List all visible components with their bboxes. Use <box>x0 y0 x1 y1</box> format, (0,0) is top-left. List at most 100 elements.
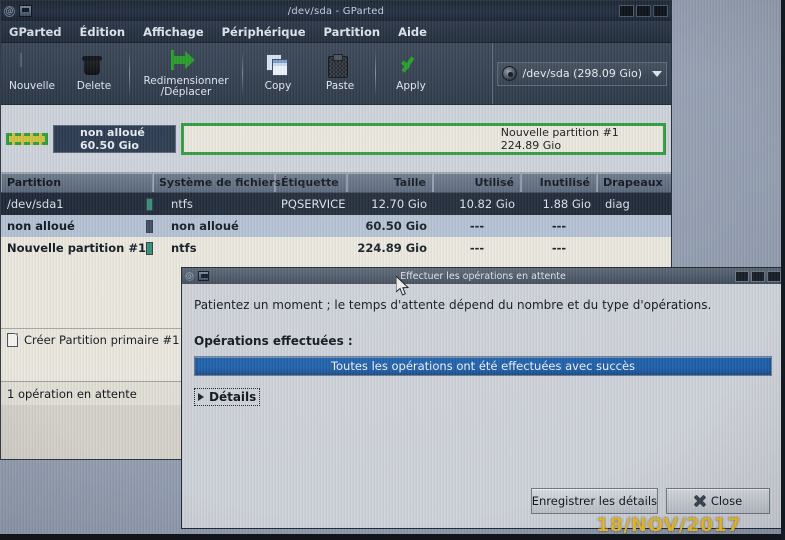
resize-move-button[interactable]: Redimensionner /Déplacer <box>134 43 238 104</box>
header-flags[interactable]: Drapeaux <box>597 173 671 192</box>
resize-label-line2: /Déplacer <box>160 86 212 98</box>
cell-partition: non alloué <box>7 219 75 233</box>
dialog-title: Effectuer les opérations en attente <box>400 270 566 282</box>
save-details-label: Enregistrer les détails <box>531 494 657 508</box>
apply-operations-dialog: @ Effectuer les opérations en attente Pa… <box>181 267 785 529</box>
cell-partition: Nouvelle partition #1 <box>7 241 146 255</box>
close-x-icon <box>694 495 706 507</box>
header-unused[interactable]: Inutilisé <box>521 173 597 192</box>
dialog-titlebar[interactable]: @ Effectuer les opérations en attente <box>182 268 784 284</box>
graphic-new-name: Nouvelle partition #1 <box>500 125 619 139</box>
toolbar-separator-1 <box>129 51 130 96</box>
copy-button[interactable]: Copy <box>247 43 309 104</box>
graphic-unallocated-size: 60.50 Gio <box>80 138 139 152</box>
menu-aide[interactable]: Aide <box>398 25 427 39</box>
toolbar-separator-3 <box>375 51 376 96</box>
new-partition-button[interactable]: Nouvelle <box>1 43 63 104</box>
details-expander-label: Détails <box>209 390 257 404</box>
cell-used: --- <box>469 219 485 233</box>
device-combo-value: /dev/sda (298.09 Gio) <box>522 67 642 80</box>
cell-flags: diag <box>605 197 630 211</box>
screen-photo: @ /dev/sda - GParted GParted Édition Aff… <box>0 0 785 540</box>
table-row[interactable]: Nouvelle partition #1 ntfs 224.89 Gio --… <box>1 237 671 259</box>
cell-size: 60.50 Gio <box>365 219 427 233</box>
menu-bar: GParted Édition Affichage Périphérique P… <box>1 21 671 43</box>
cell-partition: /dev/sda1 <box>7 197 64 211</box>
apply-label: Apply <box>396 80 426 93</box>
new-document-icon <box>20 53 22 68</box>
cell-label: PQSERVICE <box>281 197 346 211</box>
menu-gparted[interactable]: GParted <box>9 25 62 39</box>
menu-affichage[interactable]: Affichage <box>143 25 204 39</box>
device-selector-area: /dev/sda (298.09 Gio) <box>492 43 671 104</box>
menu-edition[interactable]: Édition <box>80 25 126 39</box>
delete-partition-button[interactable]: Delete <box>63 43 125 104</box>
details-expander[interactable]: Détails <box>194 388 261 406</box>
status-text: 1 opération en attente <box>7 386 137 401</box>
close-button[interactable] <box>653 5 668 17</box>
toolbar-separator-2 <box>242 51 243 96</box>
cell-used: --- <box>469 241 485 255</box>
cell-unused: --- <box>551 219 567 233</box>
header-filesystem[interactable]: Système de fichiers <box>153 173 281 192</box>
mouse-cursor <box>396 276 410 296</box>
window-titlebar[interactable]: @ /dev/sda - GParted <box>1 1 671 21</box>
copy-label: Copy <box>264 80 292 93</box>
dialog-maximize-button[interactable] <box>751 270 765 282</box>
cell-filesystem: ntfs <box>171 197 193 211</box>
window-title: /dev/sda - GParted <box>287 5 385 17</box>
photo-bottom-edge <box>0 534 785 540</box>
cell-filesystem: ntfs <box>171 241 197 255</box>
paste-label: Paste <box>325 80 355 93</box>
graphic-new-size: 224.89 Gio <box>500 138 562 152</box>
photo-right-edge <box>781 0 785 540</box>
header-label[interactable]: Étiquette <box>275 173 347 192</box>
minimize-button[interactable] <box>619 5 634 17</box>
close-dialog-button[interactable]: Close <box>666 488 770 514</box>
cell-filesystem: non alloué <box>171 219 239 233</box>
graphic-partition-unallocated[interactable]: non alloué 60.50 Gio <box>53 124 176 153</box>
filesystem-color-swatch <box>146 241 153 255</box>
dialog-section-label: Opérations effectuées : <box>194 334 353 348</box>
device-combo[interactable]: /dev/sda (298.09 Gio) <box>497 61 667 86</box>
delete-partition-label: Delete <box>76 80 112 93</box>
graphic-unallocated-name: non alloué <box>80 125 145 139</box>
paste-button[interactable]: Paste <box>309 43 371 104</box>
progress-bar-text: Toutes les opérations ont été effectuées… <box>330 359 636 373</box>
menu-peripherique[interactable]: Périphérique <box>222 25 306 39</box>
maximize-button[interactable] <box>636 5 651 17</box>
graphic-partition-new[interactable]: Nouvelle partition #1 224.89 Gio <box>181 122 666 155</box>
dialog-window-controls <box>735 270 781 282</box>
filesystem-color-swatch <box>146 197 153 211</box>
dialog-body: Patientez un moment ; le temps d'attente… <box>182 284 784 530</box>
dialog-footer: Enregistrer les détails Close <box>182 488 784 514</box>
cell-size: 224.89 Gio <box>357 241 427 255</box>
header-size[interactable]: Taille <box>347 173 433 192</box>
cell-unused: --- <box>551 241 567 255</box>
pending-operation-label: Créer Partition primaire #1 <box>24 333 180 347</box>
save-details-button[interactable]: Enregistrer les détails <box>530 488 658 514</box>
camera-date-stamp: 18/NOV/2017 <box>596 514 741 536</box>
harddisk-icon <box>502 66 518 81</box>
table-header-row: Partition Système de fichiers Étiquette … <box>1 173 671 193</box>
header-partition[interactable]: Partition <box>1 173 153 192</box>
cell-size: 12.70 Gio <box>371 197 427 211</box>
table-row[interactable]: non alloué non alloué 60.50 Gio --- --- <box>1 215 671 237</box>
header-used[interactable]: Utilisé <box>433 173 521 192</box>
chevron-right-icon <box>198 393 204 401</box>
cell-used: 10.82 Gio <box>459 197 515 211</box>
close-dialog-label: Close <box>710 494 743 508</box>
partition-graphic: non alloué 60.50 Gio Nouvelle partition … <box>1 105 671 173</box>
dialog-minimize-button[interactable] <box>735 270 749 282</box>
progress-bar: Toutes les opérations ont été effectuées… <box>194 356 772 376</box>
menu-partition[interactable]: Partition <box>324 25 381 39</box>
document-icon <box>7 333 18 347</box>
toolbar: Nouvelle Delete Redimensionner /Déplacer… <box>1 43 671 105</box>
new-partition-label: Nouvelle <box>9 80 55 93</box>
dialog-close-button[interactable] <box>767 270 781 282</box>
graphic-partition-sda1[interactable] <box>6 132 48 145</box>
table-row[interactable]: /dev/sda1 ntfs PQSERVICE 12.70 Gio 10.82… <box>1 193 671 215</box>
chevron-down-icon[interactable] <box>652 70 662 77</box>
apply-button[interactable]: Apply <box>380 43 442 104</box>
filesystem-color-swatch <box>146 219 153 233</box>
